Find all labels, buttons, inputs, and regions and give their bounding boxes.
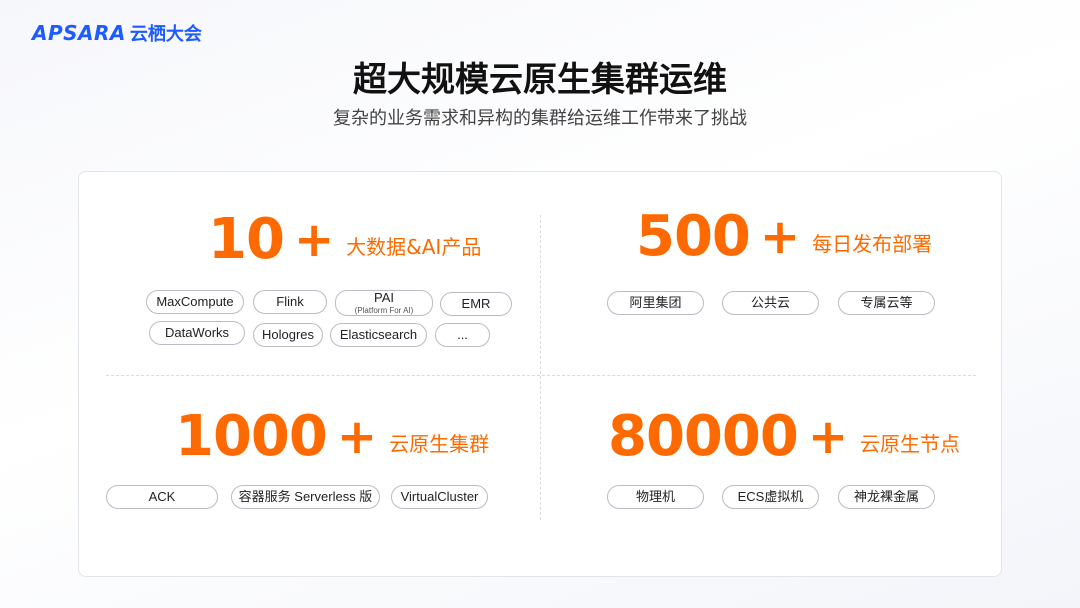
- tag-physical-machine[interactable]: 物理机: [607, 485, 704, 509]
- vertical-divider: [540, 215, 541, 520]
- stat-cloud-native-nodes: 80000 + 云原生节点: [608, 409, 960, 465]
- stat-label: 每日发布部署: [812, 231, 933, 256]
- tag-public-cloud[interactable]: 公共云: [722, 291, 819, 315]
- stat-plus: +: [293, 212, 335, 268]
- stat-big-data-products: 10 + 大数据&AI产品: [208, 212, 481, 268]
- tag-alibaba-group[interactable]: 阿里集团: [607, 291, 704, 315]
- stat-plus: +: [807, 409, 849, 465]
- tag-label: 物理机: [635, 488, 675, 504]
- stat-cloud-native-clusters: 1000 + 云原生集群: [175, 409, 489, 465]
- tag-label: ...: [457, 326, 468, 342]
- stat-number: 80000: [608, 404, 799, 469]
- tag-label: PAI: [374, 290, 394, 306]
- tag-label: 公共云: [750, 294, 790, 310]
- tag-label: 阿里集团: [629, 294, 682, 310]
- stat-plus: +: [336, 409, 378, 465]
- stat-daily-deployments: 500 + 每日发布部署: [636, 209, 932, 265]
- stat-number: 10: [208, 207, 285, 272]
- tag-ecs-vm[interactable]: ECS虚拟机: [722, 485, 819, 509]
- tag-label: DataWorks: [164, 324, 230, 340]
- tag-maxcompute[interactable]: MaxCompute: [146, 290, 244, 314]
- tag-label: Flink: [276, 293, 304, 309]
- tag-elasticsearch[interactable]: Elasticsearch: [330, 323, 427, 347]
- tag-label: EMR: [461, 295, 491, 311]
- tag-flink[interactable]: Flink: [253, 290, 327, 314]
- tag-label: VirtualCluster: [400, 488, 479, 504]
- tag-dedicated-cloud[interactable]: 专属云等: [838, 291, 935, 315]
- tag-label: ECS虚拟机: [737, 488, 804, 504]
- tag-ack[interactable]: ACK: [106, 485, 218, 509]
- tag-dataworks[interactable]: DataWorks: [149, 321, 245, 345]
- tag-bare-metal[interactable]: 神龙裸金属: [838, 485, 935, 509]
- tag-more[interactable]: ...: [435, 323, 490, 347]
- logo-name: 云栖大会: [129, 24, 202, 45]
- horizontal-divider: [106, 375, 976, 376]
- page-subtitle: 复杂的业务需求和异构的集群给运维工作带来了挑战: [333, 108, 747, 129]
- tag-note: (Platform For AI): [354, 305, 414, 315]
- tag-hologres[interactable]: Hologres: [253, 323, 323, 347]
- tag-label: 容器服务 Serverless 版: [238, 488, 373, 504]
- tag-emr[interactable]: EMR: [440, 292, 512, 316]
- stat-number: 500: [636, 204, 751, 269]
- stat-number: 1000: [175, 404, 328, 469]
- stat-plus: +: [759, 209, 801, 265]
- tag-label: 专属云等: [860, 294, 913, 310]
- stat-label: 云原生节点: [860, 431, 961, 456]
- tag-label: Hologres: [261, 326, 315, 342]
- logo-mark: APSARA: [32, 21, 126, 45]
- tag-label: 神龙裸金属: [853, 488, 919, 504]
- stat-label: 大数据&AI产品: [346, 234, 482, 259]
- tag-serverless[interactable]: 容器服务 Serverless 版: [231, 485, 380, 509]
- tag-label: MaxCompute: [156, 293, 234, 309]
- page-title: 超大规模云原生集群运维: [353, 60, 727, 100]
- tag-label: Elasticsearch: [339, 326, 418, 342]
- tag-pai[interactable]: PAI (Platform For AI): [335, 290, 433, 316]
- tag-label: ACK: [148, 488, 176, 504]
- stat-label: 云原生集群: [389, 431, 490, 456]
- tag-virtualcluster[interactable]: VirtualCluster: [391, 485, 488, 509]
- apsara-logo: APSARA 云栖大会: [32, 20, 202, 46]
